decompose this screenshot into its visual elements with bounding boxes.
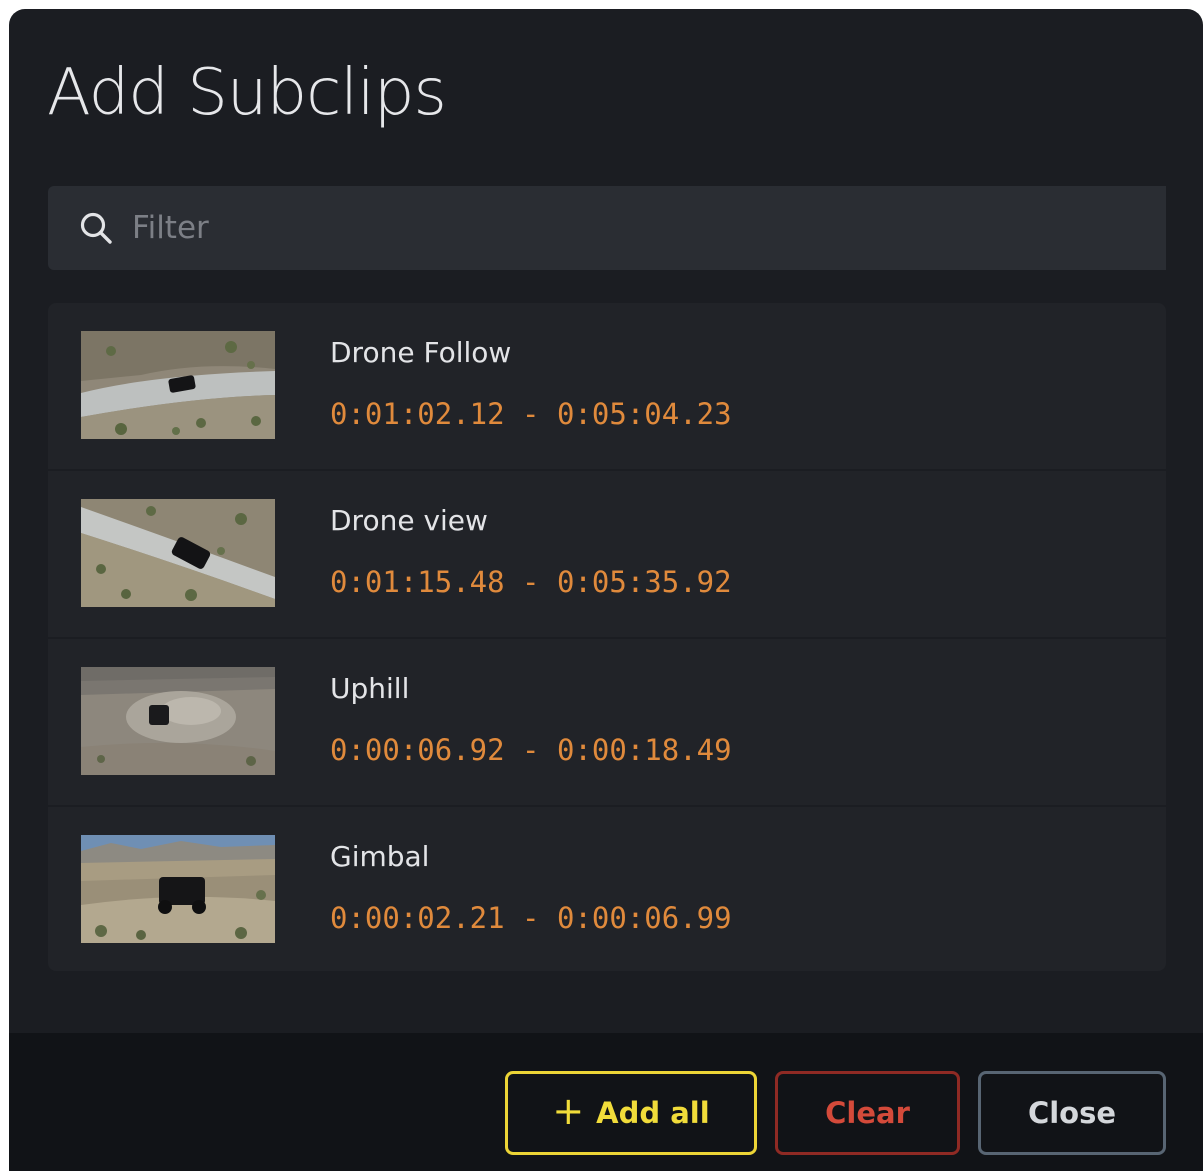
clip-thumbnail: [81, 499, 275, 607]
clip-thumbnail: [81, 835, 275, 943]
add-subclips-dialog: Add Subclips Filter Drone Follow 0:01:02…: [9, 9, 1203, 1171]
search-icon: [80, 212, 112, 244]
clip-name: Drone view: [330, 504, 488, 537]
dialog-footer: + Add all Clear Close: [9, 1033, 1203, 1171]
clear-button[interactable]: Clear: [775, 1071, 960, 1155]
subclip-list: Drone Follow 0:01:02.12 - 0:05:04.23 Dro…: [48, 303, 1166, 971]
clip-name: Uphill: [330, 672, 410, 705]
clip-thumbnail: [81, 331, 275, 439]
clear-label: Clear: [825, 1096, 910, 1130]
add-all-label: Add all: [596, 1096, 710, 1130]
clip-timecode: 0:01:15.48 - 0:05:35.92: [330, 565, 732, 599]
subclip-row[interactable]: Gimbal 0:00:02.21 - 0:00:06.99: [48, 807, 1166, 971]
subclip-row[interactable]: Uphill 0:00:06.92 - 0:00:18.49: [48, 639, 1166, 807]
subclip-row[interactable]: Drone Follow 0:01:02.12 - 0:05:04.23: [48, 303, 1166, 471]
close-label: Close: [1027, 1096, 1117, 1130]
plus-icon: +: [552, 1089, 585, 1133]
clip-thumbnail: [81, 667, 275, 775]
close-button[interactable]: Close: [978, 1071, 1166, 1155]
clip-name: Drone Follow: [330, 336, 512, 369]
clip-name: Gimbal: [330, 840, 430, 873]
filter-bar[interactable]: [48, 186, 1166, 270]
clip-timecode: 0:00:02.21 - 0:00:06.99: [330, 901, 732, 935]
clip-timecode: 0:00:06.92 - 0:00:18.49: [330, 733, 732, 767]
add-all-button[interactable]: + Add all: [505, 1071, 757, 1155]
filter-input[interactable]: [132, 204, 1132, 252]
subclip-row[interactable]: Drone view 0:01:15.48 - 0:05:35.92: [48, 471, 1166, 639]
clip-timecode: 0:01:02.12 - 0:05:04.23: [330, 397, 732, 431]
dialog-title: Add Subclips: [47, 56, 447, 130]
